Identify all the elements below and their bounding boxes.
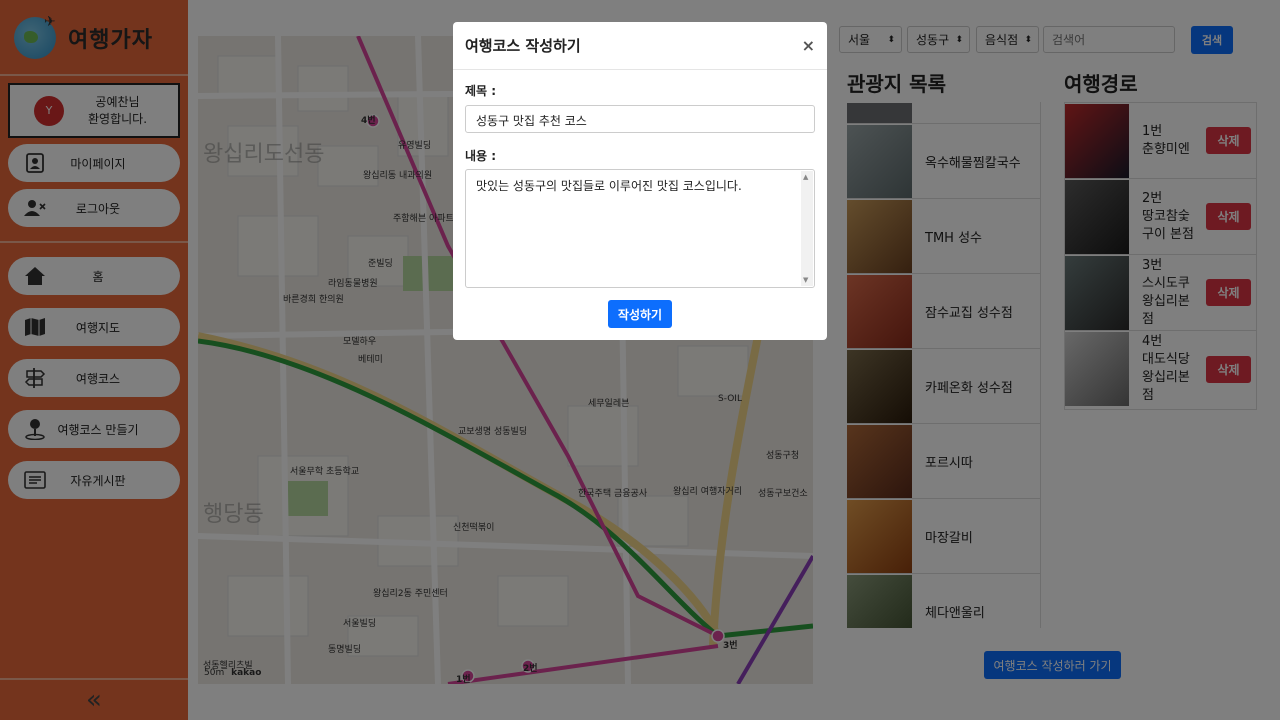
- content-text: 맛있는 성동구의 맛집들로 이루어진 맛집 코스입니다.: [476, 179, 742, 193]
- content-textarea[interactable]: 맛있는 성동구의 맛집들로 이루어진 맛집 코스입니다. ▲ ▼: [465, 169, 815, 288]
- modal-title: 여행코스 작성하기: [465, 37, 581, 55]
- submit-button[interactable]: 작성하기: [608, 300, 672, 328]
- textarea-scrollbar[interactable]: ▲ ▼: [801, 171, 813, 286]
- content-label: 내용 :: [465, 149, 497, 163]
- title-input[interactable]: 성동구 맛집 추천 코스: [465, 105, 815, 133]
- scroll-up-icon[interactable]: ▲: [803, 173, 808, 181]
- scroll-down-icon[interactable]: ▼: [803, 276, 808, 284]
- modal-header: 여행코스 작성하기 ×: [453, 22, 827, 70]
- close-icon[interactable]: ×: [802, 36, 815, 55]
- write-course-modal: 여행코스 작성하기 × 제목 : 성동구 맛집 추천 코스 내용 : 맛있는 성…: [453, 22, 827, 340]
- title-label: 제목 :: [465, 84, 497, 98]
